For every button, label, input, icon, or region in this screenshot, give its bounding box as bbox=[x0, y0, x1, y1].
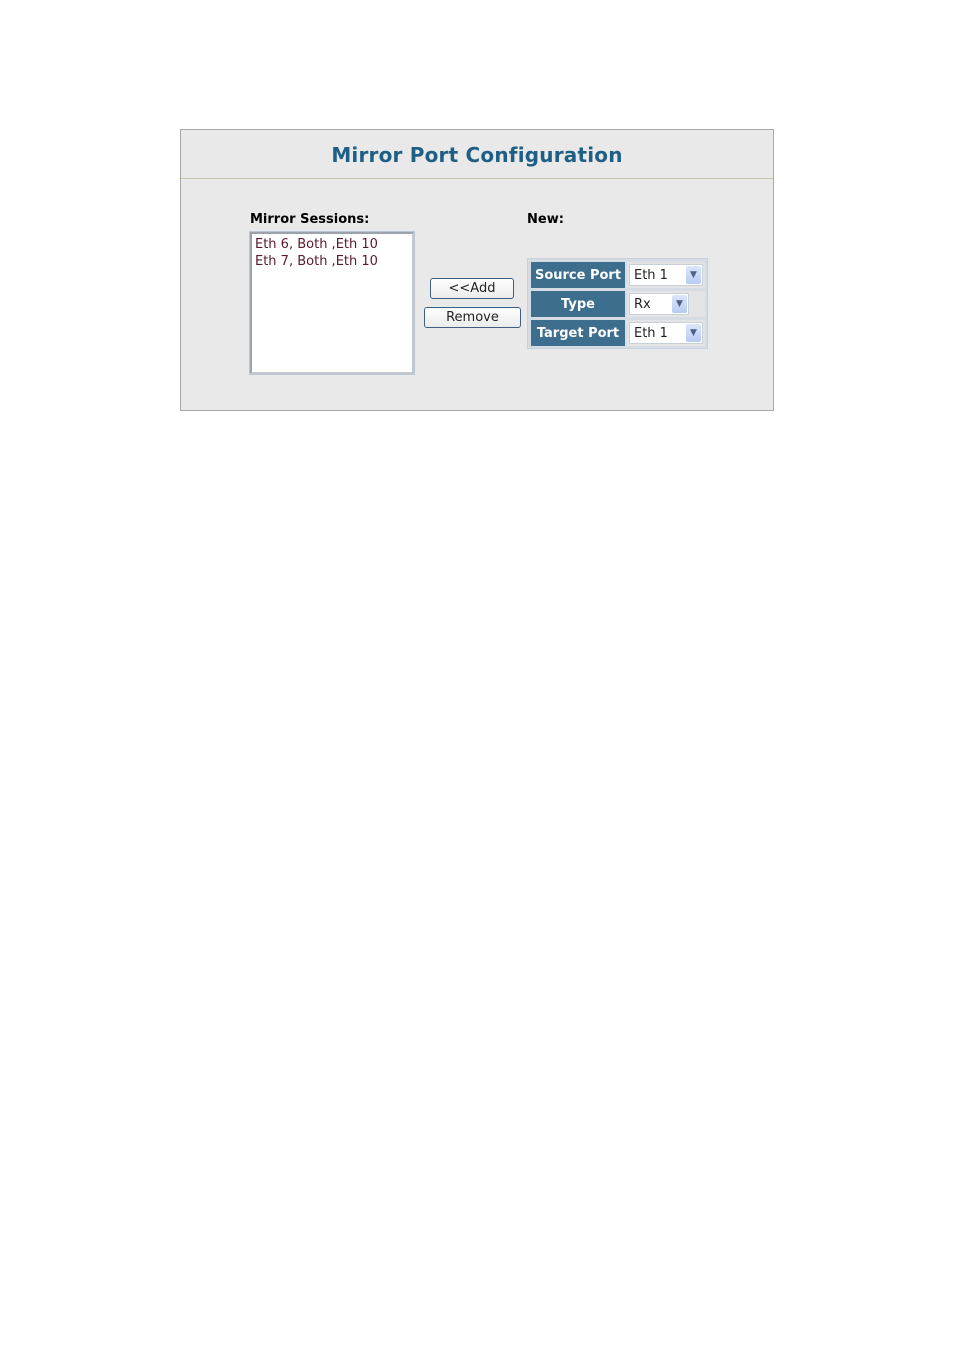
chevron-down-icon[interactable]: ▼ bbox=[686, 324, 701, 342]
chevron-down-icon[interactable]: ▼ bbox=[686, 266, 701, 284]
type-select[interactable]: Rx ▼ bbox=[629, 293, 689, 315]
source-port-row: Source Port Eth 1 ▼ bbox=[531, 262, 705, 288]
source-port-label: Source Port bbox=[531, 262, 625, 288]
page-title: Mirror Port Configuration bbox=[331, 143, 623, 167]
target-port-cell: Eth 1 ▼ bbox=[627, 320, 705, 346]
target-port-value: Eth 1 bbox=[634, 325, 668, 341]
new-label: New: bbox=[527, 212, 564, 227]
source-port-cell: Eth 1 ▼ bbox=[627, 262, 705, 288]
chevron-down-icon[interactable]: ▼ bbox=[672, 295, 687, 313]
title-bar: Mirror Port Configuration bbox=[181, 130, 773, 179]
type-label: Type bbox=[531, 291, 625, 317]
list-item[interactable]: Eth 7, Both ,Eth 10 bbox=[255, 253, 409, 270]
list-item[interactable]: Eth 6, Both ,Eth 10 bbox=[255, 236, 409, 253]
target-port-row: Target Port Eth 1 ▼ bbox=[531, 320, 705, 346]
new-session-table: Source Port Eth 1 ▼ Type Rx ▼ Target Por… bbox=[527, 258, 708, 349]
mirror-sessions-list[interactable]: Eth 6, Both ,Eth 10 Eth 7, Both ,Eth 10 bbox=[249, 231, 415, 375]
type-cell: Rx ▼ bbox=[627, 291, 705, 317]
source-port-value: Eth 1 bbox=[634, 267, 668, 283]
remove-button[interactable]: Remove bbox=[424, 307, 521, 328]
target-port-label: Target Port bbox=[531, 320, 625, 346]
mirror-sessions-label: Mirror Sessions: bbox=[250, 212, 370, 227]
add-button[interactable]: <<Add bbox=[430, 278, 514, 299]
type-row: Type Rx ▼ bbox=[531, 291, 705, 317]
source-port-select[interactable]: Eth 1 ▼ bbox=[629, 264, 703, 286]
mirror-port-config-panel: Mirror Port Configuration Mirror Session… bbox=[180, 129, 774, 411]
target-port-select[interactable]: Eth 1 ▼ bbox=[629, 322, 703, 344]
type-value: Rx bbox=[634, 296, 651, 312]
